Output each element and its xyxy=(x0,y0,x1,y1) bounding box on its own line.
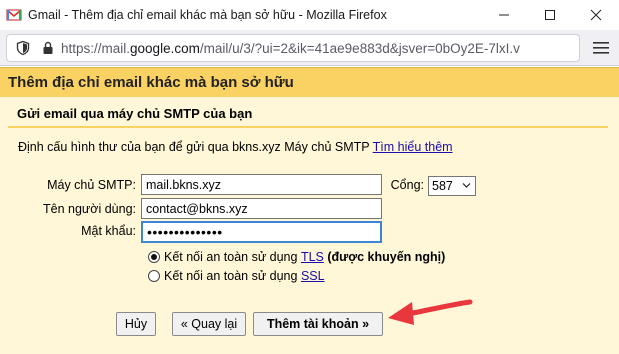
maximize-icon xyxy=(545,10,555,20)
url-bar[interactable]: https://mail.google.com/mail/u/3/?ui=2&i… xyxy=(6,34,580,62)
close-button[interactable] xyxy=(573,0,619,30)
dialog-title: Thêm địa chỉ email khác mà bạn sở hữu xyxy=(0,67,619,97)
smtp-description: Định cấu hình thư của bạn để gửi qua bkn… xyxy=(18,140,453,154)
radio-tls-label: Kết nối an toàn sử dụng xyxy=(164,250,298,264)
maximize-button[interactable] xyxy=(527,0,573,30)
port-select[interactable]: 587 xyxy=(428,176,476,196)
learn-more-link[interactable]: Tìm hiểu thêm xyxy=(373,140,453,154)
username-label: Tên người dùng: xyxy=(42,202,136,216)
chevron-down-icon xyxy=(462,183,471,188)
smtp-server-label: Máy chủ SMTP: xyxy=(47,178,136,192)
tls-link[interactable]: TLS xyxy=(301,250,324,264)
minimize-button[interactable] xyxy=(481,0,527,30)
minimize-icon xyxy=(499,14,509,16)
gmail-icon xyxy=(6,9,22,21)
window-controls xyxy=(481,0,619,30)
url-text[interactable]: https://mail.google.com/mail/u/3/?ui=2&i… xyxy=(61,41,520,56)
navigation-toolbar: https://mail.google.com/mail/u/3/?ui=2&i… xyxy=(0,30,619,66)
password-input[interactable]: •••••••••••••• xyxy=(141,221,382,243)
port-value: 587 xyxy=(432,179,453,193)
cancel-button[interactable]: Hủy xyxy=(116,312,156,336)
annotation-arrow-icon xyxy=(388,299,473,325)
window-titlebar: Gmail - Thêm địa chỉ email khác mà bạn s… xyxy=(0,0,619,30)
url-host: google.com xyxy=(130,40,200,56)
radio-ssl[interactable] xyxy=(148,270,160,282)
ssl-link[interactable]: SSL xyxy=(301,269,325,283)
password-mask: •••••••••••••• xyxy=(147,224,223,240)
password-label: Mật khẩu: xyxy=(81,224,136,238)
url-prefix: https://mail. xyxy=(61,40,131,56)
back-button[interactable]: « Quay lại xyxy=(172,312,246,336)
section-heading: Gửi email qua máy chủ SMTP của bạn xyxy=(8,100,608,128)
tracking-protection-shield-icon[interactable] xyxy=(15,40,31,56)
add-account-button[interactable]: Thêm tài khoản » xyxy=(253,312,383,336)
port-label: Cổng: xyxy=(390,178,424,192)
radio-tls[interactable] xyxy=(148,251,160,263)
smtp-server-input[interactable]: mail.bkns.xyz xyxy=(141,174,382,195)
radio-ssl-option[interactable]: Kết nối an toàn sử dụng SSL xyxy=(148,269,325,283)
description-text: Định cấu hình thư của bạn để gửi qua bkn… xyxy=(18,140,370,154)
radio-tls-option[interactable]: Kết nối an toàn sử dụng TLS (được khuyến… xyxy=(148,250,445,264)
window-title: Gmail - Thêm địa chỉ email khác mà bạn s… xyxy=(28,8,387,22)
tls-recommended-note: (được khuyến nghị) xyxy=(327,250,446,264)
url-path: /mail/u/3/?ui=2&ik=41ae9e883d&jsver=0bOy… xyxy=(199,40,520,56)
username-input[interactable]: contact@bkns.xyz xyxy=(141,198,382,219)
hamburger-menu-icon[interactable] xyxy=(593,41,609,55)
radio-ssl-label: Kết nối an toàn sử dụng xyxy=(164,269,298,283)
close-icon xyxy=(590,9,602,21)
lock-icon[interactable] xyxy=(41,41,55,55)
